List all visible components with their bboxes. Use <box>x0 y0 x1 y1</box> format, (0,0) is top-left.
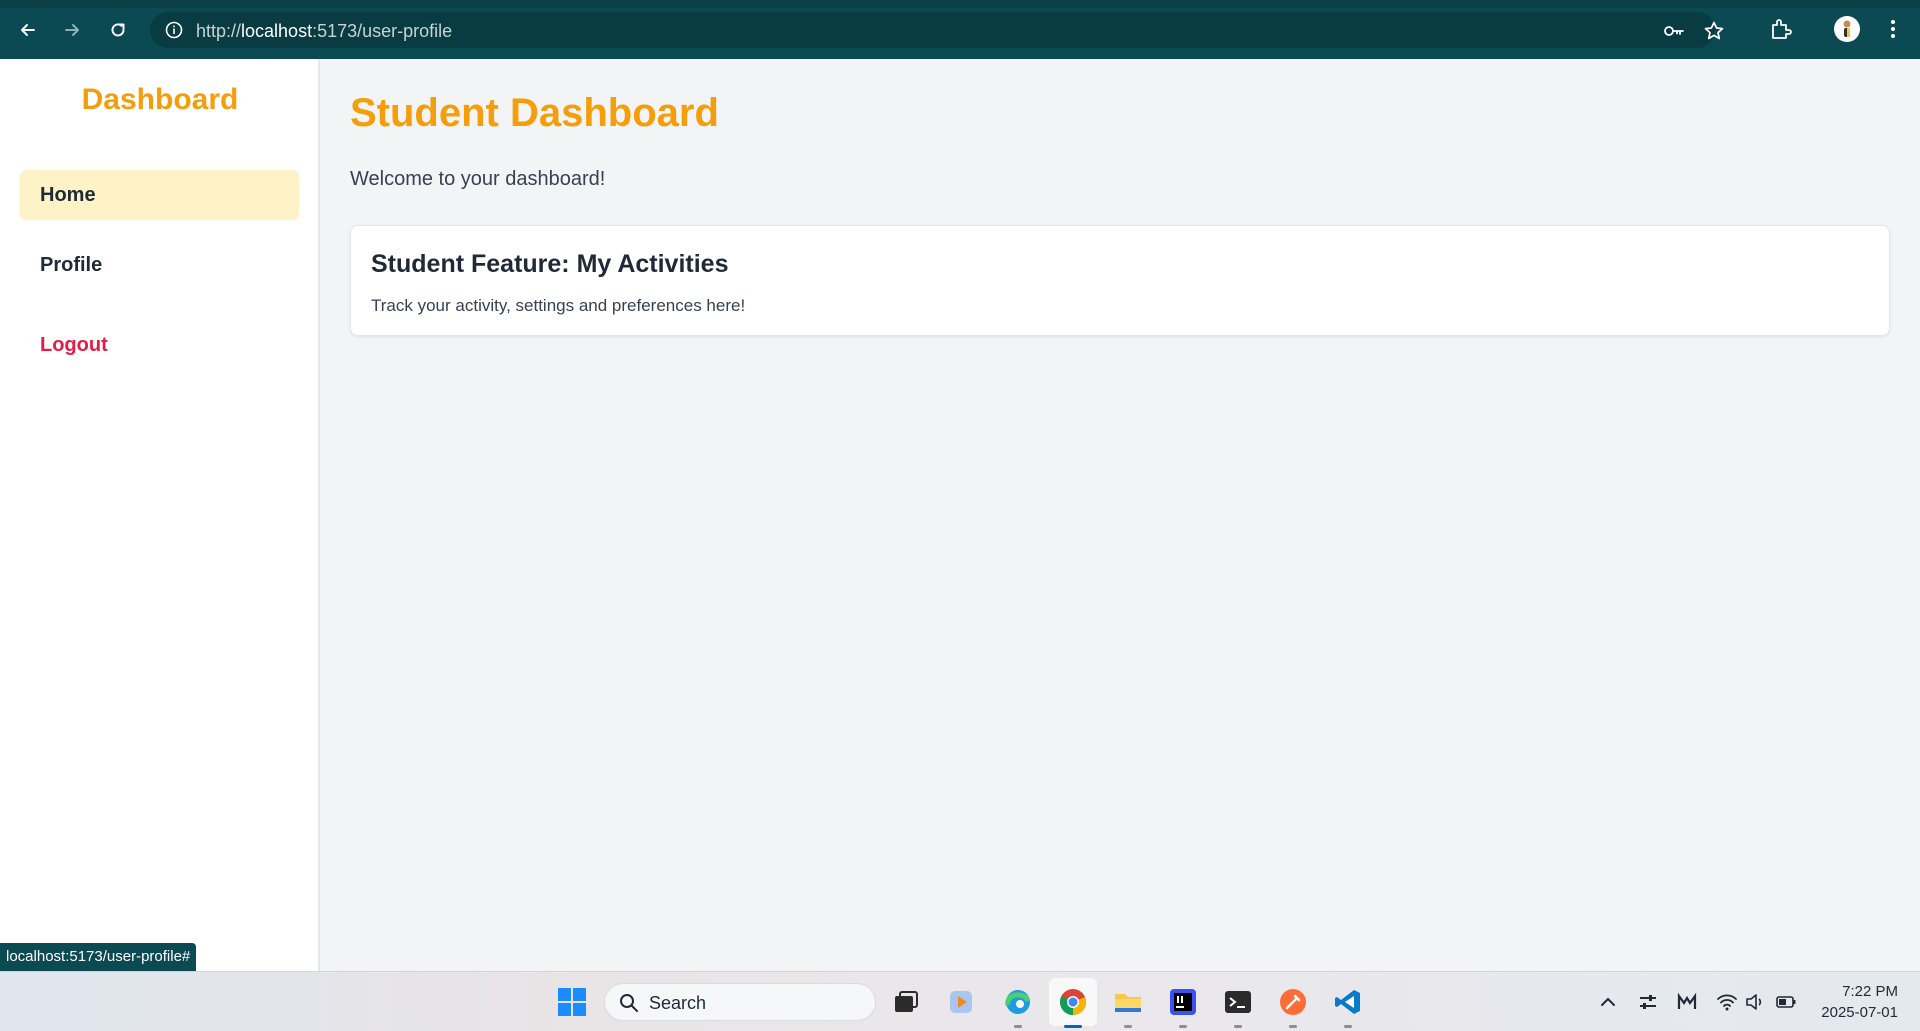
card-description: Track your activity, settings and prefer… <box>371 296 746 315</box>
browser-menu-icon[interactable] <box>1880 16 1906 42</box>
status-url-tooltip: localhost:5173/user-profile# <box>0 943 197 971</box>
chevron-up-icon[interactable] <box>1597 991 1619 1013</box>
taskbar-app-chrome[interactable] <box>1049 978 1097 1026</box>
key-icon[interactable] <box>1663 20 1685 42</box>
vscode-running-indicator <box>1344 1025 1352 1028</box>
taskbar-app-file-explorer[interactable] <box>1111 985 1145 1019</box>
back-arrow-icon <box>21 24 35 36</box>
clock-time: 7:22 PM <box>1842 983 1898 1000</box>
wifi-icon[interactable] <box>1716 991 1738 1013</box>
search-icon <box>620 994 638 1012</box>
welcome-text: Welcome to your dashboard! <box>350 168 606 190</box>
taskbar: Search 7:22 PM 2025-07-01 <box>0 971 1920 1031</box>
taskbar-app-postman[interactable] <box>1276 985 1310 1019</box>
main-content: Student Dashboard Welcome to your dashbo… <box>322 59 1920 971</box>
folder-icon <box>1115 994 1141 1012</box>
sidebar-brand: Dashboard <box>81 83 239 116</box>
back-button[interactable] <box>12 14 44 46</box>
sidebar-item-profile[interactable]: Profile <box>20 240 299 290</box>
vscode-icon <box>1335 990 1360 1014</box>
site-info-icon[interactable] <box>164 20 184 40</box>
postman-running-indicator <box>1289 1025 1297 1028</box>
taskbar-app-vscode[interactable] <box>1331 985 1365 1019</box>
avatar-figure-icon <box>1843 20 1851 37</box>
taskbar-search[interactable]: Search <box>604 983 876 1021</box>
page-title: Student Dashboard <box>350 91 719 135</box>
sidebar: Dashboard Home Profile Logout <box>0 59 320 971</box>
media-player-icon <box>950 991 972 1013</box>
sidebar-item-logout[interactable]: Logout <box>20 320 299 370</box>
explorer-running-indicator <box>1124 1025 1132 1028</box>
postman-icon <box>1280 989 1306 1015</box>
browser-toolbar: http://localhost:5173/user-profile <box>0 0 1920 59</box>
taskbar-app-terminal[interactable] <box>1221 985 1255 1019</box>
intellij-icon <box>1170 989 1196 1015</box>
address-bar[interactable]: http://localhost:5173/user-profile <box>150 12 1724 48</box>
volume-icon[interactable] <box>1744 991 1766 1013</box>
windows-logo-icon <box>558 988 586 1016</box>
intellij-running-indicator <box>1179 1025 1187 1028</box>
url-path: :5173/user-profile <box>312 21 453 41</box>
task-view-button[interactable] <box>889 985 923 1019</box>
terminal-running-indicator <box>1234 1025 1242 1028</box>
taskbar-clock[interactable]: 7:22 PM 2025-07-01 <box>1821 981 1898 1023</box>
feature-card: Student Feature: My Activities Track you… <box>350 225 1890 336</box>
app-tray-icon[interactable] <box>1676 991 1698 1013</box>
extensions-icon[interactable] <box>1768 16 1794 42</box>
taskbar-app-intellij[interactable] <box>1166 985 1200 1019</box>
reload-icon <box>111 23 125 37</box>
taskbar-app-media[interactable] <box>944 985 978 1019</box>
forward-button[interactable] <box>56 14 88 46</box>
sliders-icon[interactable] <box>1637 991 1659 1013</box>
bookmark-star-icon[interactable] <box>1703 20 1725 42</box>
terminal-icon <box>1225 991 1251 1013</box>
sidebar-item-home[interactable]: Home <box>20 170 299 220</box>
chrome-active-indicator <box>1064 1025 1082 1028</box>
profile-avatar[interactable] <box>1834 16 1860 42</box>
reload-button[interactable] <box>102 14 134 46</box>
battery-icon[interactable] <box>1775 991 1797 1013</box>
clock-date: 2025-07-01 <box>1821 1004 1898 1021</box>
edge-browser-icon <box>1005 990 1031 1014</box>
forward-arrow-icon <box>65 24 79 36</box>
taskbar-app-edge[interactable] <box>1001 985 1035 1019</box>
search-label: Search <box>649 993 707 1013</box>
tab-strip <box>0 0 1920 8</box>
chrome-browser-icon <box>1060 989 1086 1015</box>
edge-running-indicator <box>1014 1025 1022 1028</box>
url-prefix: http:// <box>196 21 242 41</box>
url-text[interactable]: http://localhost:5173/user-profile <box>196 21 452 42</box>
start-button[interactable] <box>555 985 589 1019</box>
task-view-icon <box>895 991 918 1012</box>
url-host: localhost <box>241 21 313 41</box>
card-title: Student Feature: My Activities <box>371 250 729 278</box>
